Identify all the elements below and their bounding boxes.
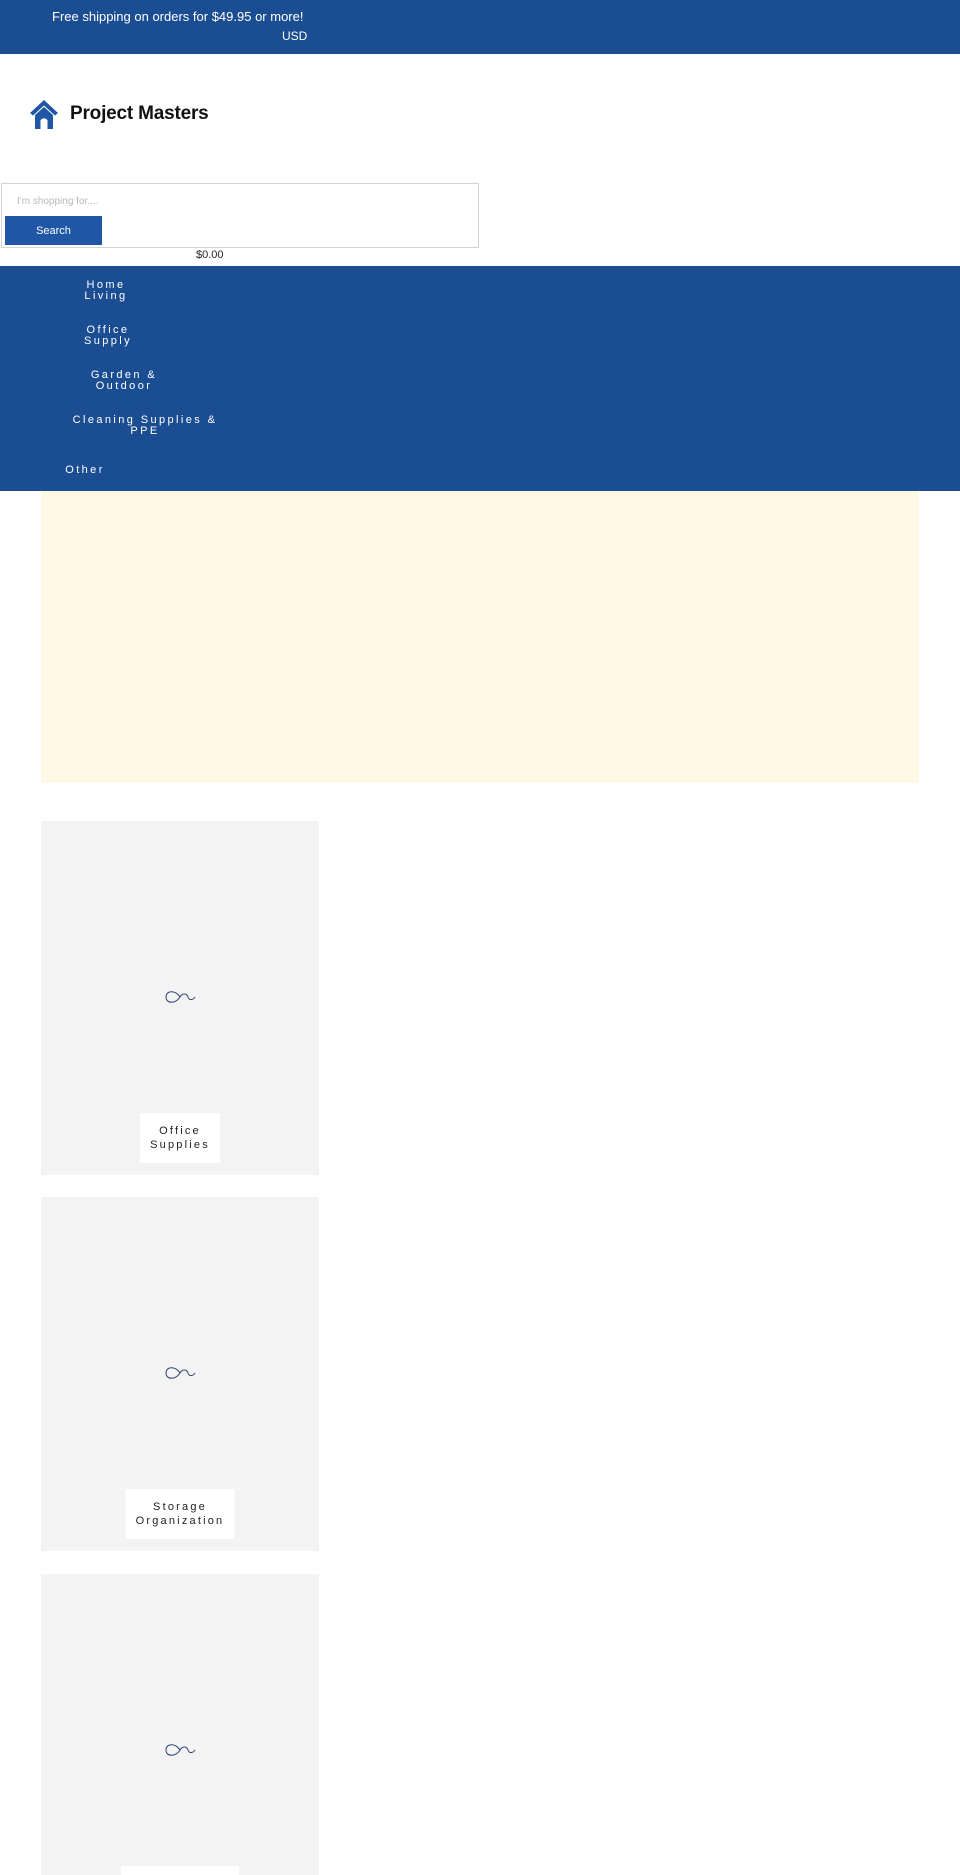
nav-item-garden-outdoor[interactable]: Garden & Outdoor	[91, 370, 157, 392]
hero-banner	[41, 491, 919, 783]
search-input[interactable]	[3, 187, 459, 215]
image-placeholder-icon	[165, 1367, 196, 1379]
image-placeholder-icon	[165, 1744, 196, 1756]
collection-label[interactable]	[121, 1866, 239, 1875]
collection-card-office-supplies[interactable]: Office Supplies	[41, 821, 319, 1175]
brand-name: Project Masters	[70, 103, 209, 124]
image-placeholder-icon	[165, 991, 196, 1003]
announcement-bar: Free shipping on orders for $49.95 or mo…	[0, 0, 960, 54]
currency-selector[interactable]: USD	[282, 29, 307, 43]
nav-item-other[interactable]: Other	[65, 465, 105, 476]
cart-total[interactable]: $0.00	[196, 249, 224, 261]
nav-item-label: Outdoor	[95, 380, 153, 392]
nav-item-label: Supply	[83, 335, 133, 347]
house-icon	[30, 100, 58, 129]
shipping-announcement: Free shipping on orders for $49.95 or mo…	[52, 9, 304, 24]
nav-item-label: Living	[84, 290, 128, 302]
site-logo[interactable]: Project Masters	[28, 94, 209, 134]
nav-item-cleaning-supplies-ppe[interactable]: Cleaning Supplies & PPE	[73, 415, 218, 437]
main-navigation: Home Living Office Supply Garden & Outdo…	[0, 266, 960, 491]
search-form: Search	[1, 183, 479, 248]
collection-label[interactable]: Office Supplies	[140, 1113, 220, 1163]
nav-item-office-supply[interactable]: Office Supply	[84, 325, 132, 347]
collection-label[interactable]: Storage Organization	[125, 1489, 235, 1539]
collection-label-line: Supplies	[150, 1139, 210, 1151]
nav-item-label: Other	[65, 464, 105, 476]
collection-card-storage-organization[interactable]: Storage Organization	[41, 1197, 319, 1551]
nav-item-label: PPE	[130, 425, 160, 437]
search-button[interactable]: Search	[5, 216, 102, 245]
collection-card[interactable]	[41, 1574, 319, 1875]
nav-item-home-living[interactable]: Home Living	[84, 280, 127, 302]
collection-label-line: Organization	[135, 1515, 225, 1527]
collection-label-line: Storage	[153, 1501, 207, 1513]
collection-label-line: Office	[159, 1125, 201, 1137]
